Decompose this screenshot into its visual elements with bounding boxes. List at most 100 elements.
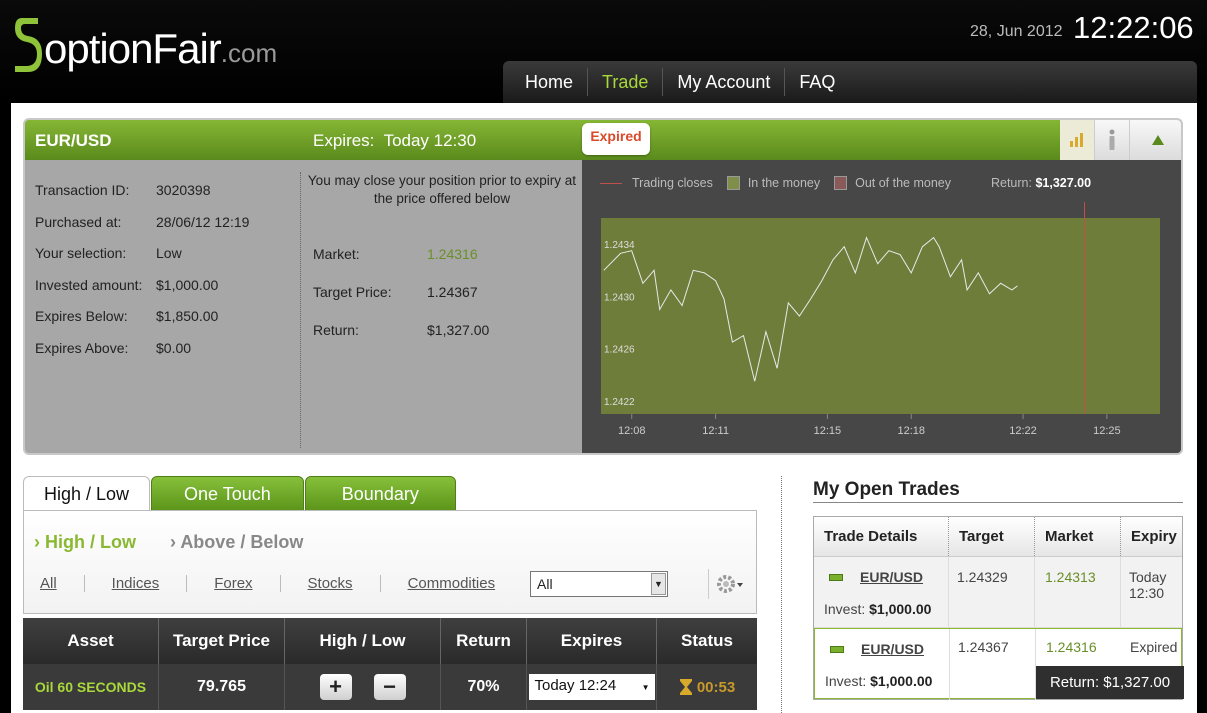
open-trade-row[interactable]: EUR/USD Invest: $1,000.00 1.24367 1.2431…	[814, 628, 1184, 700]
high-low-buttons: + −	[285, 664, 441, 710]
filter-all[interactable]: All	[40, 575, 85, 592]
col-status: Status	[681, 631, 733, 650]
col-market: Market	[1035, 517, 1121, 556]
table-header: Asset Target Price High / Low Return Exp…	[23, 618, 757, 664]
open-trades-header: Trade Details Target Market Expiry	[814, 517, 1182, 557]
trade-invest: Invest: $1,000.00	[825, 673, 933, 689]
nav-trade[interactable]: Trade	[588, 68, 664, 96]
detail-row: Expires Below: $1,850.00	[35, 308, 219, 324]
chart-icon[interactable]	[1060, 120, 1095, 160]
assets-table: Asset Target Price High / Low Return Exp…	[23, 618, 757, 710]
nav-faq[interactable]: FAQ	[785, 68, 849, 96]
col-trade-details: Trade Details	[814, 517, 949, 556]
trade-asset-link[interactable]: EUR/USD	[861, 641, 924, 657]
market-row: Market: 1.24316	[313, 246, 478, 262]
return-value: 70%	[441, 664, 527, 710]
trade-target: 1.24329	[949, 557, 1035, 628]
asset-name[interactable]: Oil 60 SECONDS	[23, 664, 159, 710]
flag-icon	[830, 646, 844, 653]
col-high-low: High / Low	[285, 618, 441, 664]
panel-tools	[1060, 120, 1181, 160]
gear-icon	[716, 575, 743, 593]
title-underline	[813, 502, 1183, 503]
trade-asset-link[interactable]: EUR/USD	[860, 569, 923, 585]
filter-commodities[interactable]: Commodities	[381, 575, 523, 592]
nav-home[interactable]: Home	[511, 68, 589, 96]
expires-cell: Today 12:24 ▼	[527, 664, 657, 710]
trade-invest: Invest: $1,000.00	[824, 601, 932, 617]
filter-forex[interactable]: Forex	[187, 575, 281, 592]
asset-select[interactable]: All ▼	[530, 571, 668, 597]
market-info: Market: 1.24316 Target Price: 1.24367 Retu…	[313, 246, 489, 360]
chevron-down-icon: ▼	[651, 573, 666, 595]
status-badge: Expired	[582, 123, 650, 155]
subtab-high-low[interactable]: › High / Low	[34, 532, 136, 553]
collapse-icon[interactable]	[1130, 120, 1181, 160]
open-trades-title: My Open Trades	[813, 479, 960, 500]
details-divider	[300, 172, 301, 448]
asset-select-value: All	[537, 576, 553, 592]
filter-stocks[interactable]: Stocks	[281, 575, 381, 592]
position-expires: Expires: Today 12:30	[313, 131, 477, 150]
current-date: 28, Jun 2012	[970, 23, 1063, 40]
high-button[interactable]: +	[319, 674, 352, 700]
detail-row: Transaction ID: 3020398	[35, 182, 211, 198]
position-panel: EUR/USD Expires: Today 12:30 Expired Tra…	[23, 118, 1183, 455]
trade-market: 1.24313	[1035, 557, 1121, 628]
y-tick-label: 1.2426	[604, 345, 635, 356]
x-tick-label: 12:15	[814, 425, 842, 437]
x-tick-label: 12:18	[897, 425, 925, 437]
flag-icon	[829, 574, 843, 581]
trade-details-cell	[815, 629, 950, 700]
detail-row: Purchased at: 28/06/12 12:19	[35, 213, 250, 230]
col-expires: Expires	[527, 618, 657, 664]
close-position-notice: You may close your position prior to exp…	[307, 173, 577, 206]
trade-expiry: Today 12:30	[1129, 569, 1167, 601]
trade-target: 1.24367	[950, 629, 1036, 700]
optionfair-logo[interactable]: optionFair .com	[12, 14, 277, 76]
countdown-timer: 00:53	[696, 678, 736, 696]
expiry-select-value: Today 12:24	[534, 677, 617, 694]
x-tick-label: 12:22	[1009, 425, 1037, 437]
hourglass-icon	[679, 679, 692, 695]
main-nav: Home Trade My Account FAQ	[503, 61, 1197, 103]
position-header: EUR/USD Expires: Today 12:30 Expired	[25, 120, 1181, 160]
col-target-price: Target Price	[159, 618, 285, 664]
open-trade-row[interactable]: EUR/USD Invest: $1,000.00 1.24329 1.2431…	[814, 557, 1182, 628]
table-row: Oil 60 SECONDS 79.765 + − 70% Today 12:2…	[23, 664, 757, 710]
detail-row: Expires Above: $0.00	[35, 339, 192, 356]
x-tick-label: 12:08	[618, 425, 646, 437]
expiry-select[interactable]: Today 12:24 ▼	[528, 674, 655, 700]
y-tick-label: 1.2430	[604, 292, 635, 303]
col-target: Target	[949, 517, 1035, 556]
y-tick-label: 1.2434	[604, 240, 635, 251]
logo-s-icon	[15, 18, 42, 72]
tab-high-low[interactable]: High / Low	[23, 476, 151, 511]
price-chart: Trading closes In the money Out of the m…	[582, 160, 1181, 453]
info-icon[interactable]	[1095, 120, 1130, 160]
detail-row: Invested amount: $1,000.00	[35, 276, 219, 293]
trade-return: Return: $1,327.00	[1036, 666, 1184, 699]
tab-one-touch[interactable]: One Touch	[151, 476, 304, 511]
trade-details-cell	[814, 557, 949, 628]
asset-filters: All Indices Forex Stocks Commodities	[40, 575, 522, 592]
filter-indices[interactable]: Indices	[85, 575, 188, 592]
current-time: 12:22:06	[1073, 10, 1194, 45]
detail-row: Your selection: Low	[35, 245, 182, 261]
y-tick-label: 1.2422	[604, 397, 635, 408]
nav-my-account[interactable]: My Account	[663, 68, 786, 96]
sub-tabs: › High / Low › Above / Below	[34, 532, 337, 553]
status-cell: 00:53	[657, 664, 757, 710]
tab-boundary[interactable]: Boundary	[304, 476, 456, 511]
low-button[interactable]: −	[373, 674, 406, 700]
logo-name: optionFair	[44, 25, 222, 72]
x-tick-label: 12:25	[1093, 425, 1121, 437]
subtab-above-below[interactable]: › Above / Below	[170, 532, 303, 553]
open-trades-table: Trade Details Target Market Expiry EUR/U…	[813, 516, 1184, 700]
x-tick-label: 12:11	[702, 425, 729, 437]
main-content: EUR/USD Expires: Today 12:30 Expired Tra…	[11, 103, 1197, 713]
settings-menu[interactable]	[708, 569, 750, 599]
col-expiry: Expiry	[1131, 528, 1177, 545]
col-asset: Asset	[23, 618, 159, 664]
trade-options-area: › High / Low › Above / Below All Indices…	[23, 510, 757, 614]
